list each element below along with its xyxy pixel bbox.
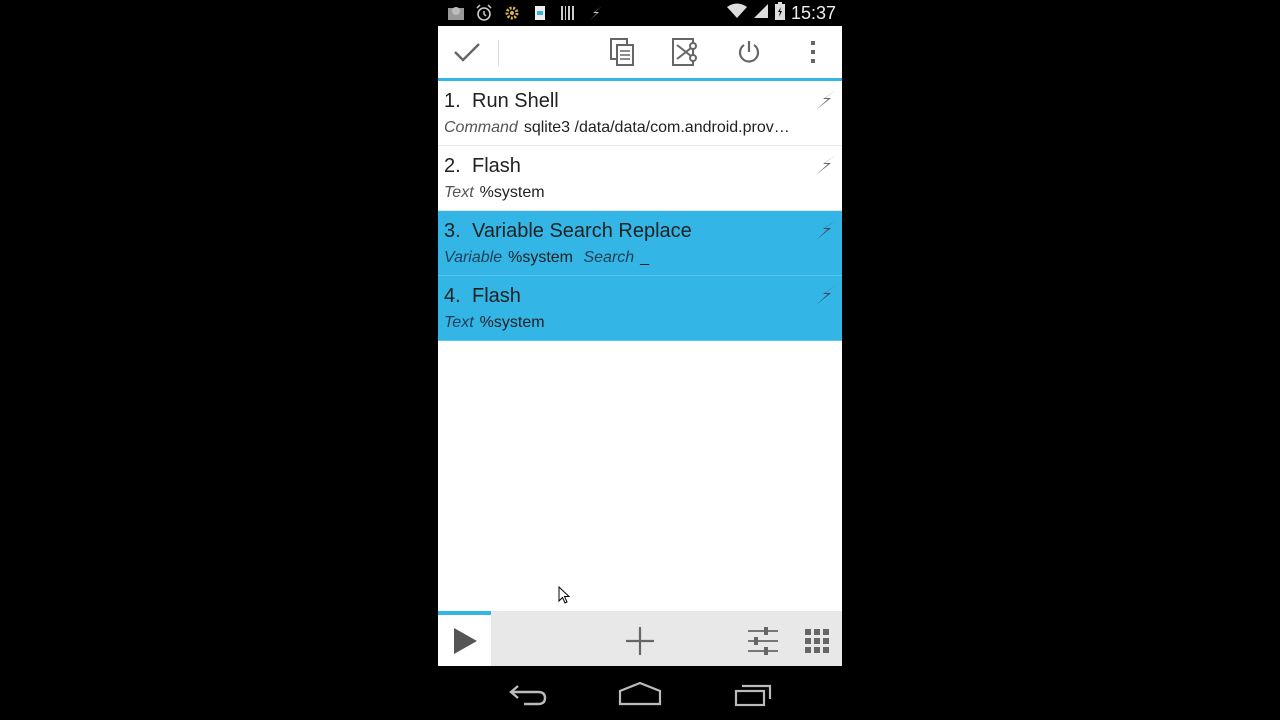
mouse-cursor-icon [558, 586, 570, 604]
image-icon [446, 3, 466, 23]
clock: 15:37 [790, 2, 836, 23]
navigation-bar [438, 666, 842, 720]
bottom-toolbar [438, 611, 842, 666]
action-number: 4. [444, 285, 461, 307]
lightning-icon[interactable] [814, 154, 838, 176]
signal-icon [753, 3, 769, 23]
bolt-icon [586, 3, 606, 23]
param-label: Variable [444, 249, 503, 266]
param-label: Text [444, 184, 474, 201]
action-title: Flash [472, 155, 521, 177]
status-bar: 15:37 [438, 0, 842, 26]
action-number: 1. [444, 90, 461, 112]
lightning-icon[interactable] [814, 89, 838, 111]
action-bar-divider [498, 40, 499, 66]
lightning-icon[interactable] [814, 284, 838, 306]
action-title: Run Shell [472, 90, 559, 112]
action-number: 2. [444, 155, 461, 177]
action-number: 3. [444, 220, 461, 242]
action-row-2[interactable]: 2. Flash Text %system [438, 146, 842, 211]
overflow-menu-icon[interactable] [787, 26, 839, 78]
settings-icon [502, 3, 522, 23]
play-icon[interactable] [438, 615, 491, 666]
action-bar [438, 26, 842, 81]
param-value: %system [479, 184, 545, 201]
recents-icon[interactable] [724, 678, 784, 710]
phone-screen: 15:37 1. Run Shell Command sqlite3 /data… [438, 0, 842, 720]
add-icon[interactable] [615, 615, 665, 666]
barcode-icon [558, 3, 578, 23]
sim-icon [530, 3, 550, 23]
action-list: 1. Run Shell Command sqlite3 /data/data/co… [438, 81, 842, 611]
param-value: %system [479, 314, 545, 331]
action-row-4[interactable]: 4. Flash Text %system [438, 276, 842, 341]
home-icon[interactable] [610, 678, 670, 710]
action-title: Variable Search Replace [472, 220, 692, 242]
param2-value: _ [640, 249, 650, 266]
grid-icon[interactable] [792, 615, 842, 666]
back-icon[interactable] [498, 678, 558, 710]
action-title: Flash [472, 285, 521, 307]
action-row-3[interactable]: 3. Variable Search Replace Variable %syste… [438, 211, 842, 276]
cut-icon[interactable] [660, 26, 712, 78]
param-value: %system [508, 249, 574, 266]
param-label: Command [444, 119, 518, 136]
action-row-1[interactable]: 1. Run Shell Command sqlite3 /data/data/co… [438, 81, 842, 146]
param2-label: Search [583, 249, 635, 266]
wifi-icon [726, 3, 747, 23]
power-icon[interactable] [723, 26, 775, 78]
copy-icon[interactable] [596, 26, 648, 78]
lightning-icon[interactable] [814, 219, 838, 241]
done-check-icon[interactable] [441, 26, 493, 78]
param-label: Text [444, 314, 474, 331]
battery-icon [774, 2, 785, 24]
alarm-icon [474, 3, 494, 23]
param-value: sqlite3 /data/data/com.android.prov… [523, 119, 790, 136]
sliders-icon[interactable] [738, 615, 788, 666]
